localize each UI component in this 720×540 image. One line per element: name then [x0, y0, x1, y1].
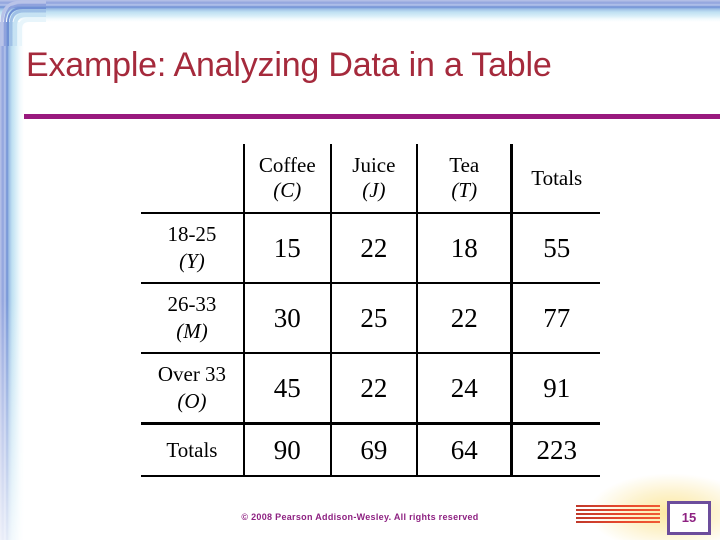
- cell-18-25-total: 55: [510, 212, 600, 283]
- stripe: [576, 517, 660, 519]
- decorative-top-border: [0, 0, 720, 22]
- header-symbol-juice: (J): [362, 178, 386, 202]
- header-label-juice: Juice: [352, 153, 396, 177]
- title-divider: [12, 114, 720, 119]
- header-symbol-coffee: (C): [273, 178, 302, 202]
- header-symbol-tea: (T): [451, 178, 478, 202]
- header-label-tea: Tea: [449, 153, 480, 177]
- table-totals-row: Totals 90 69 64 223: [141, 422, 600, 477]
- stripe: [576, 505, 660, 507]
- cell-totals-coffee: 90: [242, 422, 331, 477]
- row-label-symbol: (O): [177, 389, 207, 413]
- header-cell-tea: Tea (T): [416, 144, 512, 213]
- header-cell-totals: Totals: [510, 144, 600, 213]
- footer-stripes-decoration: [576, 505, 660, 527]
- cell-totals-tea: 64: [416, 422, 512, 477]
- slide: Example: Analyzing Data in a Table Coffe…: [0, 0, 720, 540]
- cell-grand-total: 223: [510, 422, 600, 477]
- header-label-totals: Totals: [531, 165, 583, 190]
- cell-26-33-tea: 22: [416, 282, 512, 353]
- table-body: 18-25 (Y) 15 22 18 55 26-33 (M) 30 25 22: [141, 212, 600, 477]
- cell-totals-juice: 69: [329, 422, 418, 477]
- row-label-text: 18-25: [167, 222, 217, 246]
- cell-18-25-juice: 22: [329, 212, 418, 283]
- stripe: [576, 521, 660, 523]
- table-header-row: Coffee (C) Juice (J) Tea (T) Totals: [141, 144, 600, 213]
- cell-over-33-coffee: 45: [242, 352, 331, 424]
- decorative-left-border: [0, 0, 24, 540]
- row-label-symbol: (M): [176, 319, 208, 343]
- table-row: 18-25 (Y) 15 22 18 55: [141, 212, 600, 283]
- slide-number-badge: 15: [670, 504, 708, 532]
- stripe: [576, 509, 660, 511]
- row-label-over-33: Over 33 (O): [141, 352, 244, 424]
- cell-26-33-coffee: 30: [242, 282, 331, 353]
- page-title: Example: Analyzing Data in a Table: [26, 46, 552, 84]
- row-label-totals: Totals: [141, 422, 244, 477]
- decorative-corner-border: [0, 0, 46, 46]
- table-head: Coffee (C) Juice (J) Tea (T) Totals: [141, 144, 600, 213]
- table-row: 26-33 (M) 30 25 22 77: [141, 282, 600, 353]
- row-label-18-25: 18-25 (Y): [141, 212, 244, 283]
- cell-over-33-total: 91: [510, 352, 600, 424]
- cell-26-33-juice: 25: [329, 282, 418, 353]
- table-row: Over 33 (O) 45 22 24 91: [141, 352, 600, 424]
- row-label-text: 26-33: [167, 292, 217, 316]
- data-table-container: Coffee (C) Juice (J) Tea (T) Totals 18-2…: [141, 144, 600, 477]
- row-label-symbol: (Y): [179, 249, 205, 273]
- row-label-text: Over 33: [157, 362, 227, 386]
- stripe: [576, 513, 660, 515]
- cell-over-33-juice: 22: [329, 352, 418, 424]
- slide-number-text: 15: [681, 510, 697, 525]
- cell-18-25-coffee: 15: [242, 212, 331, 283]
- header-cell-juice: Juice (J): [329, 144, 418, 213]
- cell-over-33-tea: 24: [416, 352, 512, 424]
- data-table: Coffee (C) Juice (J) Tea (T) Totals 18-2…: [141, 144, 600, 477]
- header-cell-coffee: Coffee (C): [242, 144, 331, 213]
- header-label-coffee: Coffee: [258, 153, 316, 177]
- row-label-26-33: 26-33 (M): [141, 282, 244, 353]
- cell-26-33-total: 77: [510, 282, 600, 353]
- cell-18-25-tea: 18: [416, 212, 512, 283]
- header-corner-cell: [141, 144, 244, 213]
